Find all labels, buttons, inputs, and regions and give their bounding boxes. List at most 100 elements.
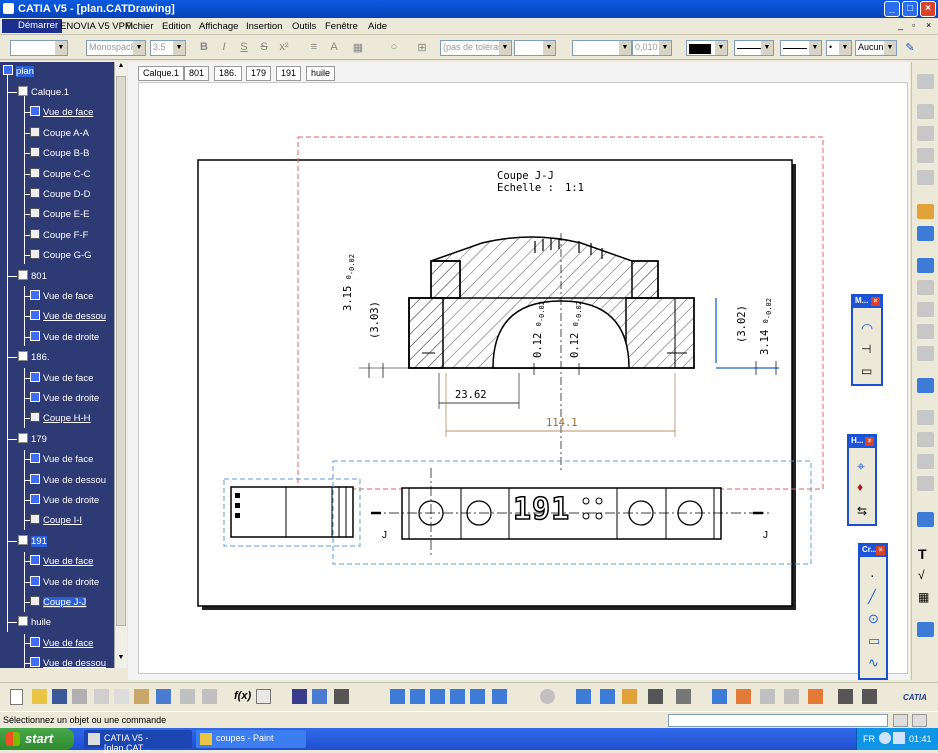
- menu-enovia[interactable]: ENOVIA V5 VPM: [60, 21, 133, 32]
- italic-button[interactable]: I: [216, 41, 232, 55]
- geometry-icon[interactable]: [917, 622, 934, 637]
- tree-node-sheet[interactable]: huile: [18, 616, 51, 628]
- dim-0-12-right[interactable]: 0.12 0-0.02: [569, 301, 583, 358]
- zoom-area-icon[interactable]: [470, 689, 485, 704]
- pattern-icon[interactable]: ♦: [857, 480, 863, 494]
- cut-icon[interactable]: [94, 689, 109, 704]
- constraint-icon[interactable]: [736, 689, 751, 704]
- palette-cr-close[interactable]: ×: [876, 546, 885, 555]
- sheet-icon[interactable]: [917, 126, 934, 141]
- tolerance-icon[interactable]: ⊞: [414, 41, 430, 55]
- tree-node-sheet[interactable]: 179: [18, 432, 47, 445]
- tree-node-view[interactable]: Vue de droite: [30, 494, 99, 506]
- refresh-icon[interactable]: [540, 689, 555, 704]
- new-file-icon[interactable]: [10, 689, 23, 705]
- tree-node-sheet[interactable]: Calque.1: [18, 86, 69, 98]
- font-name-select[interactable]: Monospac821 ▼: [86, 40, 146, 56]
- tab-801[interactable]: 801: [184, 66, 210, 81]
- tree-node-section[interactable]: Coupe E-E: [30, 208, 89, 220]
- dim-3-02[interactable]: (3.02): [736, 305, 748, 343]
- drawing-sheet[interactable]: Coupe J-J Echelle : 1:1 23.62 114.1 3.15…: [138, 82, 908, 674]
- roughness-icon[interactable]: √: [918, 568, 925, 582]
- pan-icon[interactable]: [410, 689, 425, 704]
- print-icon[interactable]: [72, 689, 87, 704]
- tree-node-sheet[interactable]: 191: [18, 534, 47, 547]
- command-clear-icon[interactable]: [912, 714, 927, 727]
- document-icon[interactable]: [676, 689, 691, 704]
- layout-icon[interactable]: [917, 104, 934, 119]
- tree-node-section[interactable]: Coupe C-C: [30, 167, 91, 180]
- dim-114-1[interactable]: 114.1: [546, 417, 578, 429]
- inner-minimize-button[interactable]: _: [898, 20, 903, 30]
- speaker-icon[interactable]: [893, 732, 905, 744]
- rectangle-icon[interactable]: ▭: [868, 633, 880, 649]
- dim-3-03[interactable]: (3.03): [369, 301, 381, 339]
- tree-node-sheet[interactable]: 186.: [18, 351, 50, 363]
- text-frame-icon[interactable]: [917, 476, 934, 491]
- text-icon[interactable]: T: [918, 546, 927, 562]
- tree-node-view[interactable]: Vue de face: [30, 106, 93, 118]
- tree-node-sheet[interactable]: 801: [18, 269, 47, 282]
- maximize-button[interactable]: □: [902, 1, 918, 17]
- tree-node-view[interactable]: Vue de face: [30, 555, 93, 567]
- font-size-select[interactable]: 3.5 ▼: [150, 40, 186, 56]
- dimension-system-icon[interactable]: [784, 689, 799, 704]
- point-icon[interactable]: ·: [870, 567, 875, 583]
- tree-node-view[interactable]: Vue de face: [30, 636, 93, 649]
- scroll-thumb[interactable]: [116, 76, 126, 626]
- zoom-out-icon[interactable]: [450, 689, 465, 704]
- section-icon[interactable]: [917, 170, 934, 185]
- view-icon[interactable]: [917, 258, 934, 273]
- analysis-icon[interactable]: [917, 302, 934, 317]
- overload-icon[interactable]: [862, 689, 877, 704]
- task-paint[interactable]: coupes - Paint: [196, 730, 306, 748]
- scroll-up-arrow[interactable]: ▲: [115, 62, 127, 74]
- tree-node-view[interactable]: Vue de droite: [30, 392, 99, 404]
- menu-edition[interactable]: Edition: [162, 21, 191, 32]
- grid-toggle-icon[interactable]: [576, 689, 591, 704]
- pattern-select[interactable]: Aucun ▼: [855, 40, 897, 56]
- frame-icon[interactable]: A: [326, 41, 342, 55]
- superscript-button[interactable]: x²: [276, 41, 292, 55]
- target-icon[interactable]: ⌖: [857, 458, 865, 475]
- tree-node-view[interactable]: Vue de face: [30, 290, 93, 302]
- tree-node-view[interactable]: Vue de face: [30, 453, 93, 465]
- grid-icon[interactable]: [917, 280, 934, 295]
- tab-179[interactable]: 179: [246, 66, 272, 81]
- tab-huile[interactable]: huile: [306, 66, 336, 81]
- dim-23-62[interactable]: 23.62: [455, 389, 487, 401]
- menu-fenetre[interactable]: Fenêtre: [325, 21, 358, 32]
- tree-node-view[interactable]: Vue de droite: [30, 330, 99, 343]
- command-stop-icon[interactable]: [893, 714, 908, 727]
- minimize-button[interactable]: _: [884, 1, 900, 17]
- comment-icon[interactable]: [256, 689, 271, 704]
- snap-icon[interactable]: [600, 689, 615, 704]
- palette-m-close[interactable]: ×: [871, 297, 880, 306]
- menu-insertion[interactable]: Insertion: [246, 21, 282, 32]
- tree-node-view[interactable]: Vue de face: [30, 371, 93, 384]
- tolerance-select[interactable]: (pas de toléranc ▼: [440, 40, 512, 56]
- inner-restore-button[interactable]: ▫: [912, 20, 915, 30]
- thickness-select[interactable]: ▼: [780, 40, 822, 56]
- align-icon[interactable]: ≡: [306, 41, 322, 55]
- dimension-icon[interactable]: [917, 378, 934, 393]
- circle-icon[interactable]: ⊙: [868, 611, 879, 627]
- geometry-display-icon[interactable]: [760, 689, 775, 704]
- tab-186[interactable]: 186.: [214, 66, 242, 81]
- inner-close-button[interactable]: ×: [926, 20, 931, 30]
- tree-node-view[interactable]: Vue de droite: [30, 575, 99, 588]
- redo-icon[interactable]: [180, 689, 195, 704]
- task-catia[interactable]: CATIA V5 - [plan.CAT...: [84, 730, 192, 753]
- close-button[interactable]: ×: [920, 1, 936, 17]
- detail-icon[interactable]: [917, 346, 934, 361]
- arc-icon[interactable]: ◠: [861, 320, 873, 337]
- underline-button[interactable]: S: [236, 41, 252, 55]
- help-icon[interactable]: [202, 689, 217, 704]
- palette-h[interactable]: H... × ⌖ ♦ ⇆: [847, 434, 877, 526]
- menu-outils[interactable]: Outils: [292, 21, 316, 32]
- precision-format-select[interactable]: ▼: [572, 40, 632, 56]
- mirror-icon[interactable]: ⊣: [861, 342, 871, 356]
- tree-node-section[interactable]: Coupe I-I: [30, 514, 82, 526]
- tolerance-toolbar-icon[interactable]: [917, 432, 934, 447]
- command-input[interactable]: [668, 714, 888, 727]
